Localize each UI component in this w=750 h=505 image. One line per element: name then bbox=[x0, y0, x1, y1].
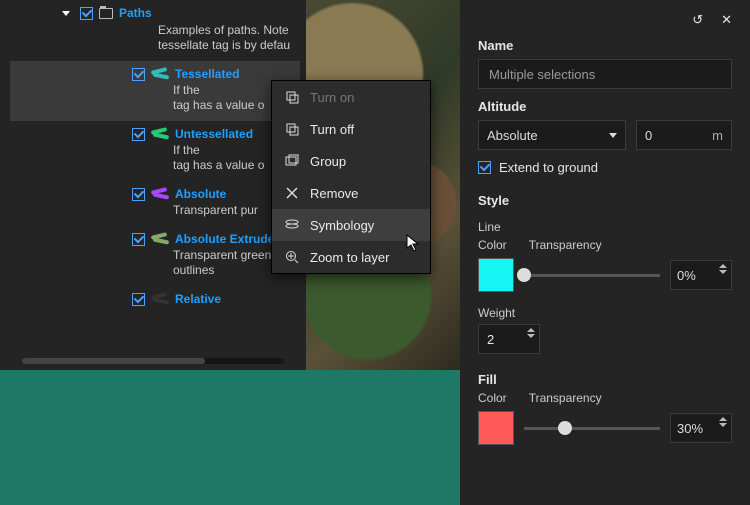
path-icon bbox=[151, 294, 169, 304]
layer-item[interactable]: Absolute ExtrudeTransparent green voutli… bbox=[10, 226, 300, 286]
fill-transparency-input[interactable]: 30% bbox=[670, 413, 732, 443]
context-menu-label: Group bbox=[310, 154, 346, 169]
line-transparency-label: Transparency bbox=[529, 238, 602, 252]
context-menu-label: Remove bbox=[310, 186, 358, 201]
fill-color-swatch[interactable] bbox=[478, 411, 514, 445]
chevron-down-icon bbox=[609, 133, 617, 138]
remove-icon bbox=[284, 185, 300, 201]
altitude-mode-select[interactable]: Absolute bbox=[478, 120, 626, 150]
fill-transparency-label: Transparency bbox=[529, 391, 602, 405]
spinner-icon[interactable] bbox=[719, 417, 727, 427]
name-input[interactable]: Multiple selections bbox=[478, 59, 732, 89]
folder-label[interactable]: Paths bbox=[119, 6, 152, 20]
spinner-icon[interactable] bbox=[719, 264, 727, 274]
folder-icon bbox=[99, 8, 113, 19]
layer-item[interactable]: Relative bbox=[10, 286, 300, 306]
layer-checkbox[interactable] bbox=[132, 188, 145, 201]
layer-label[interactable]: Absolute bbox=[175, 187, 226, 201]
name-input-placeholder: Multiple selections bbox=[489, 67, 595, 82]
fill-transparency-slider[interactable] bbox=[524, 413, 660, 443]
line-color-label: Color bbox=[478, 238, 507, 252]
layer-checkbox[interactable] bbox=[132, 293, 145, 306]
folder-checkbox[interactable] bbox=[80, 7, 93, 20]
expand-icon[interactable] bbox=[62, 11, 70, 16]
context-menu-label: Turn off bbox=[310, 122, 354, 137]
line-color-swatch[interactable] bbox=[478, 258, 514, 292]
context-menu-label: Turn on bbox=[310, 90, 354, 105]
context-menu-item[interactable]: Group bbox=[272, 145, 430, 177]
altitude-value: 0 bbox=[645, 128, 652, 143]
group-icon bbox=[284, 153, 300, 169]
folder-description: Examples of paths. Notetessellate tag is… bbox=[10, 22, 300, 61]
extend-label: Extend to ground bbox=[499, 160, 598, 175]
layer-tree: Paths Examples of paths. Notetessellate … bbox=[0, 0, 306, 306]
layer-item[interactable]: TessellatedIf thetag has a value o bbox=[10, 61, 300, 121]
layer-item[interactable]: AbsoluteTransparent pur bbox=[10, 181, 300, 226]
reset-icon[interactable]: ↺ bbox=[692, 12, 703, 28]
path-icon bbox=[151, 189, 169, 199]
extend-checkbox[interactable] bbox=[478, 161, 491, 174]
fill-heading: Fill bbox=[478, 372, 732, 387]
altitude-value-input[interactable]: 0 m bbox=[636, 120, 732, 150]
layer-label[interactable]: Relative bbox=[175, 292, 221, 306]
turnoff-icon bbox=[284, 121, 300, 137]
turnon-icon bbox=[284, 89, 300, 105]
line-heading: Line bbox=[478, 220, 732, 234]
fill-color-label: Color bbox=[478, 391, 507, 405]
context-menu-item[interactable]: Remove bbox=[272, 177, 430, 209]
style-label: Style bbox=[478, 193, 732, 208]
context-menu-label: Zoom to layer bbox=[310, 250, 389, 265]
weight-input[interactable]: 2 bbox=[478, 324, 540, 354]
layer-checkbox[interactable] bbox=[132, 233, 145, 246]
line-transparency-input[interactable]: 0% bbox=[670, 260, 732, 290]
name-label: Name bbox=[478, 38, 732, 53]
context-menu-item[interactable]: Turn off bbox=[272, 113, 430, 145]
weight-label: Weight bbox=[478, 306, 732, 320]
context-menu-item: Turn on bbox=[272, 81, 430, 113]
altitude-label: Altitude bbox=[478, 99, 732, 114]
horizontal-scrollbar[interactable] bbox=[22, 358, 284, 364]
context-menu-label: Symbology bbox=[310, 218, 374, 233]
folder-row[interactable]: Paths bbox=[10, 0, 300, 22]
layer-label[interactable]: Tessellated bbox=[175, 67, 239, 81]
path-icon bbox=[151, 234, 169, 244]
altitude-unit: m bbox=[712, 128, 723, 143]
zoom-icon bbox=[284, 249, 300, 265]
close-icon[interactable]: ✕ bbox=[721, 12, 732, 28]
line-transparency-slider[interactable] bbox=[524, 260, 660, 290]
layer-item[interactable]: UntessellatedIf thetag has a value o bbox=[10, 121, 300, 181]
style-icon bbox=[284, 217, 300, 233]
layer-checkbox[interactable] bbox=[132, 68, 145, 81]
spinner-icon[interactable] bbox=[527, 328, 535, 338]
layers-panel: Paths Examples of paths. Notetessellate … bbox=[0, 0, 306, 370]
altitude-mode-value: Absolute bbox=[487, 128, 538, 143]
cursor-icon bbox=[406, 234, 420, 252]
layer-label[interactable]: Absolute Extrude bbox=[175, 232, 274, 246]
properties-panel: ↺ ✕ Name Multiple selections Altitude Ab… bbox=[460, 0, 750, 505]
path-icon bbox=[151, 69, 169, 79]
layer-label[interactable]: Untessellated bbox=[175, 127, 253, 141]
path-icon bbox=[151, 129, 169, 139]
layer-checkbox[interactable] bbox=[132, 128, 145, 141]
